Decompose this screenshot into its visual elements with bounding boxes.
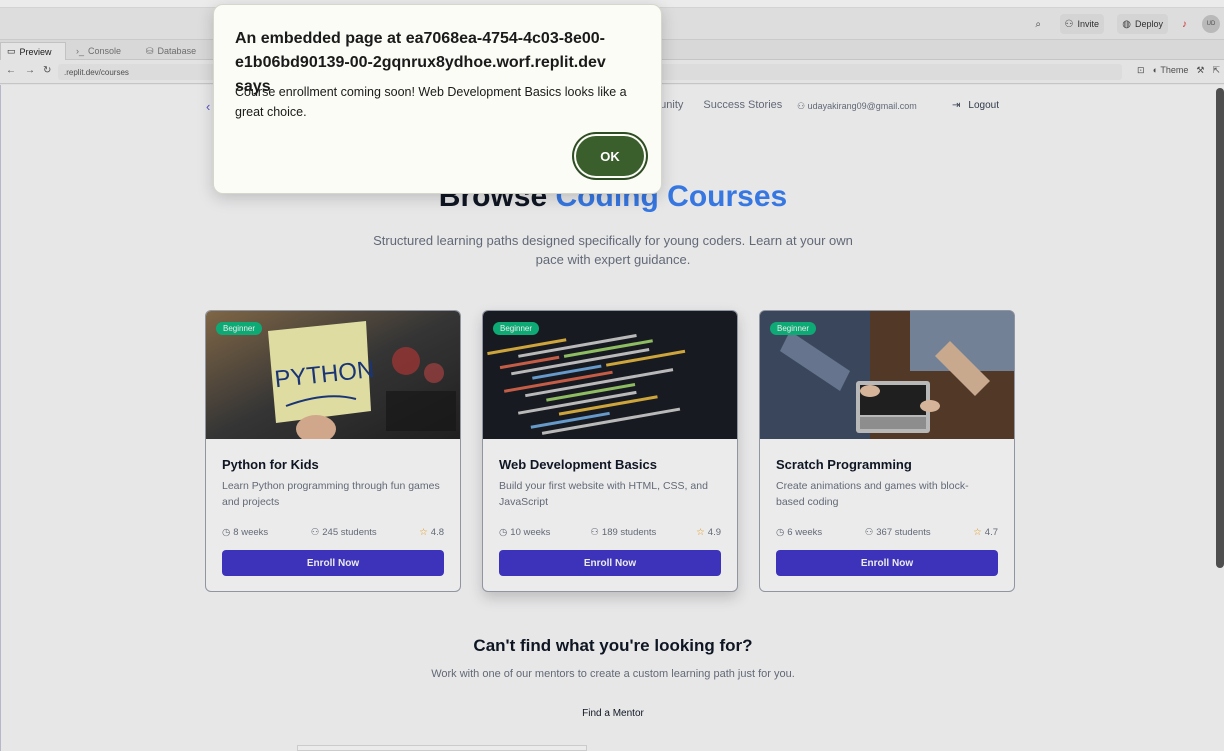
dialog-message: Course enrollment coming soon! Web Devel… (235, 85, 627, 119)
ok-button[interactable]: OK (576, 136, 644, 176)
alert-dialog: An embedded page at ea7068ea-4754-4c03-8… (213, 4, 662, 194)
